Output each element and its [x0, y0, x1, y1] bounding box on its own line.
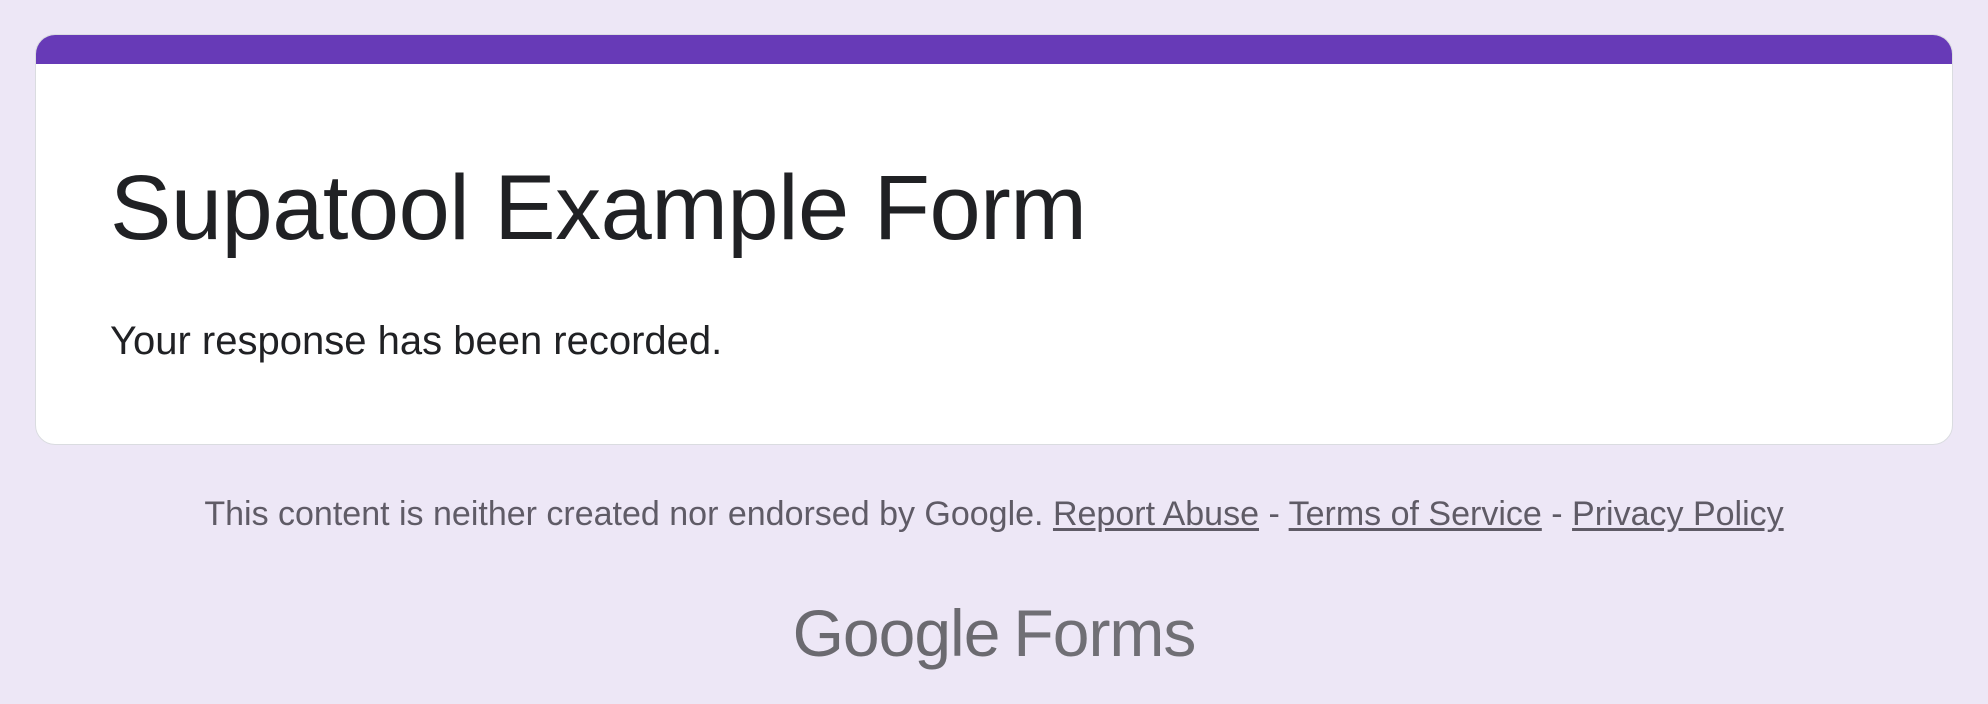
confirmation-message: Your response has been recorded. — [110, 319, 723, 363]
form-card: Supatool Example Form Your response has … — [35, 34, 1953, 445]
privacy-policy-link[interactable]: Privacy Policy — [1572, 495, 1784, 533]
logo-google-text: Google — [792, 596, 1001, 670]
disclaimer-text: This content is neither created nor endo… — [204, 495, 1044, 533]
logo-forms-text: Forms — [1013, 596, 1196, 670]
footer-separator: - — [1268, 495, 1280, 533]
footer-separator: - — [1551, 495, 1563, 533]
form-title: Supatool Example Form — [110, 157, 1087, 259]
terms-of-service-link[interactable]: Terms of Service — [1289, 495, 1542, 533]
footer: This content is neither created nor endo… — [0, 492, 1988, 536]
google-forms-logo[interactable]: Google Forms — [0, 600, 1988, 666]
report-abuse-link[interactable]: Report Abuse — [1053, 495, 1259, 533]
card-accent-bar — [36, 35, 1952, 64]
